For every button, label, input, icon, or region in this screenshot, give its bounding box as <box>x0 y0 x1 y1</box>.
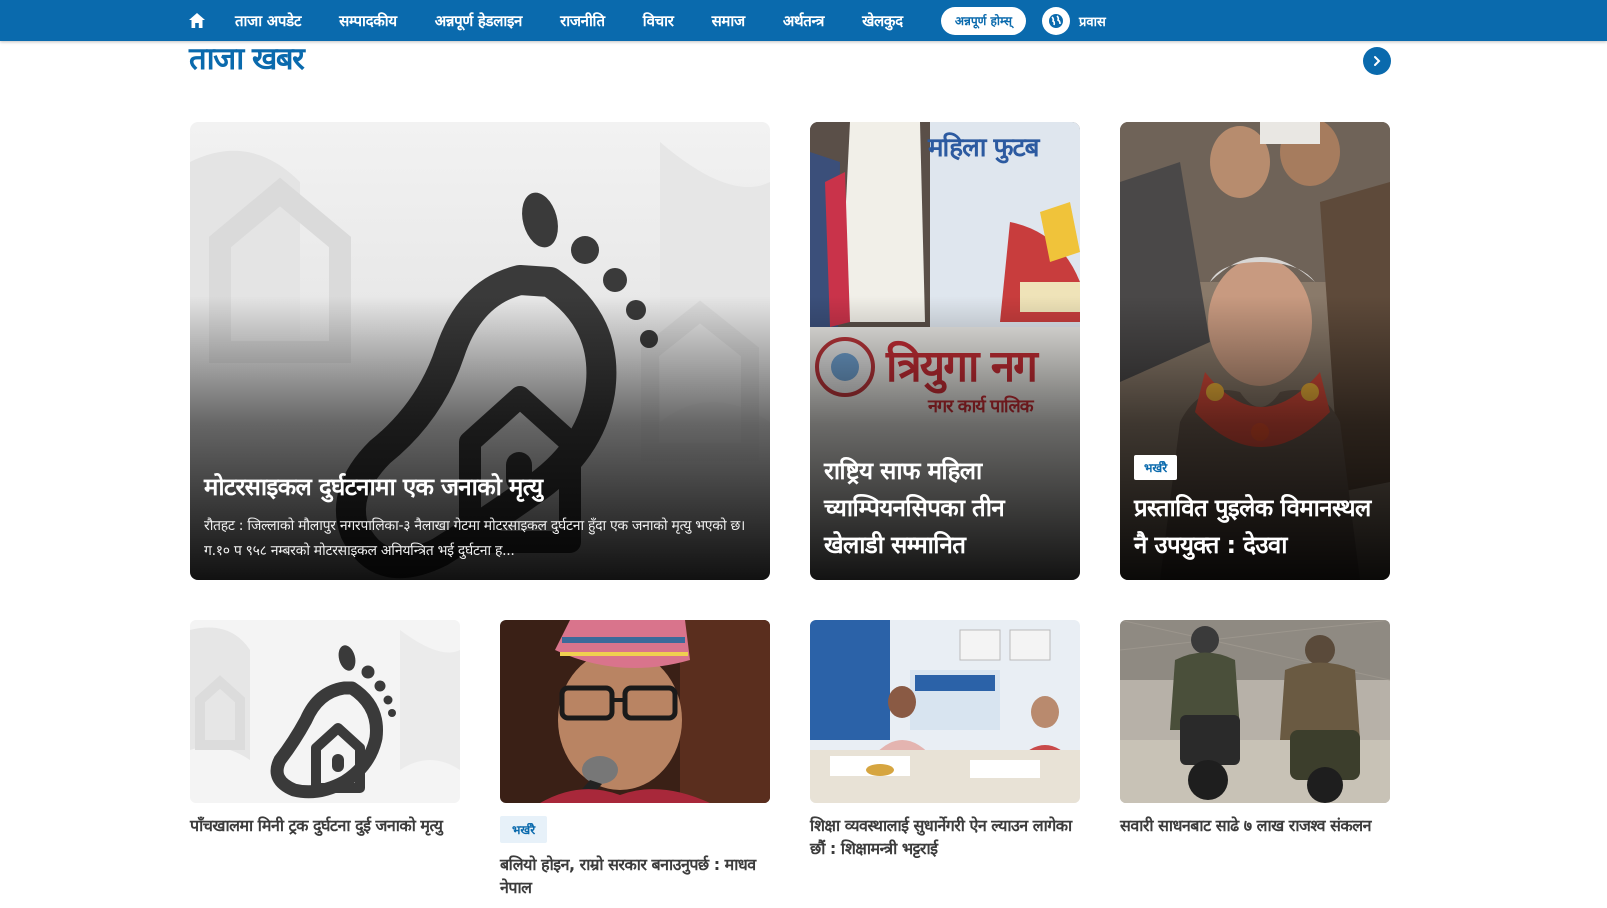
featured-story-title[interactable]: मोटरसाइकल दुर्घटनामा एक जनाको मृत्यु <box>204 470 756 504</box>
card-text: राष्ट्रिय साफ महिला च्याम्पियनसिपका तीन … <box>824 453 1066 564</box>
story-title[interactable]: पाँचखालमा मिनी ट्रक दुर्घटना दुई जनाको म… <box>190 814 460 837</box>
story-title[interactable]: राष्ट्रिय साफ महिला च्याम्पियनसिपका तीन … <box>824 453 1066 564</box>
nav-item-opinion[interactable]: विचार <box>643 11 674 31</box>
story-card-small[interactable]: पाँचखालमा मिनी ट्रक दुर्घटना दुई जनाको म… <box>190 620 460 837</box>
breaking-badge: भर्खरै <box>1134 455 1178 480</box>
story-thumbnail <box>810 620 1080 803</box>
nav-item-society[interactable]: समाज <box>712 11 746 31</box>
story-card-small[interactable]: शिक्षा व्यवस्थालाई सुधार्नेगरी ऐन ल्याउन… <box>810 620 1080 860</box>
nav-inner: ताजा अपडेट सम्पादकीय अन्नपूर्ण हेडलाइन र… <box>187 0 1106 41</box>
home-icon[interactable] <box>187 11 207 31</box>
featured-story-summary: रौतहट : जिल्लाको मौलापुर नगरपालिका-३ नैल… <box>204 518 745 559</box>
nav-item-headline[interactable]: अन्नपूर्ण हेडलाइन <box>435 11 523 31</box>
section-title: ताजा खबर <box>189 41 305 77</box>
story-card-small[interactable]: भर्खरै बलियो होइन, राम्रो सरकार बनाउनुपर… <box>500 620 770 899</box>
story-card-deuba[interactable]: भर्खरै प्रस्तावित पुइलेक विमानस्थल नै उप… <box>1120 122 1390 580</box>
nav-item-politics[interactable]: राजनीति <box>560 11 605 31</box>
annapurna-homes-button[interactable]: अन्नपूर्ण होम्स् <box>940 6 1026 35</box>
nav-item-taja-update[interactable]: ताजा अपडेट <box>235 11 301 31</box>
globe-icon[interactable] <box>1041 6 1070 35</box>
story-title[interactable]: शिक्षा व्यवस्थालाई सुधार्नेगरी ऐन ल्याउन… <box>810 814 1080 860</box>
top-navbar: ताजा अपडेट सम्पादकीय अन्नपूर्ण हेडलाइन र… <box>0 0 1607 41</box>
story-card-small[interactable]: सवारी साधनबाट साढे ७ लाख राजश्व संकलन <box>1120 620 1390 837</box>
story-thumbnail <box>190 620 460 803</box>
breaking-badge: भर्खरै <box>500 816 548 843</box>
story-card-football[interactable]: महिला फुटब त्रियुगा नग नगर कार्य पालिक र… <box>810 122 1080 580</box>
featured-story-card[interactable]: मोटरसाइकल दुर्घटनामा एक जनाको मृत्यु रौत… <box>190 122 770 580</box>
press-meet-photo <box>810 620 1080 803</box>
story-title[interactable]: प्रस्तावित पुइलेक विमानस्थल नै उपयुक्त :… <box>1134 490 1376 564</box>
story-title[interactable]: बलियो होइन, राम्रो सरकार बनाउनुपर्छ : मा… <box>500 853 770 899</box>
nav-item-pravas[interactable]: प्रवास <box>1079 12 1106 30</box>
story-thumbnail <box>1120 620 1390 803</box>
story-title[interactable]: सवारी साधनबाट साढे ७ लाख राजश्व संकलन <box>1120 814 1390 837</box>
chevron-right-icon[interactable] <box>1363 47 1391 75</box>
nav-item-editorial[interactable]: सम्पादकीय <box>339 11 397 31</box>
nav-item-economy[interactable]: अर्थतन्त्र <box>783 11 825 31</box>
madhav-nepal-photo <box>500 620 770 803</box>
nav-item-sports[interactable]: खेलकुद <box>862 11 903 31</box>
card-text: मोटरसाइकल दुर्घटनामा एक जनाको मृत्यु रौत… <box>204 470 756 564</box>
card-text: भर्खरै प्रस्तावित पुइलेक विमानस्थल नै उप… <box>1134 455 1376 564</box>
story-thumbnail <box>500 620 770 803</box>
placeholder-logo-image <box>190 620 460 803</box>
motorbike-riders-photo <box>1120 620 1390 803</box>
